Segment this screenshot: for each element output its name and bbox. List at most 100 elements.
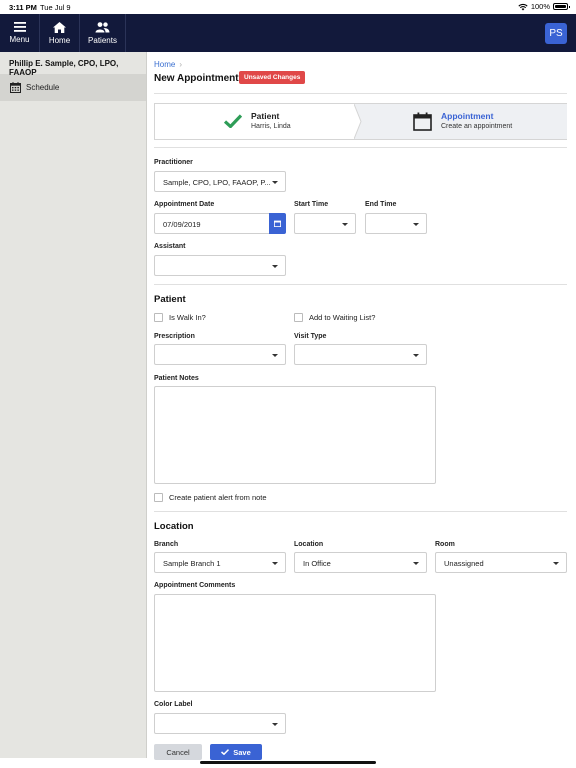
patient-alert-checkbox[interactable]: Create patient alert from note (154, 493, 267, 502)
chevron-down-icon (272, 354, 278, 357)
step-appointment-subtitle: Create an appointment (441, 123, 513, 130)
status-bar: 3:11 PM Tue Jul 9 100% (0, 0, 576, 14)
status-right: 100% (518, 2, 570, 11)
save-button[interactable]: Save (210, 744, 262, 760)
appointment-date-input[interactable]: 07/09/2019 (154, 213, 270, 234)
sidebar-item-schedule[interactable]: Schedule (0, 74, 146, 101)
visit-type-label: Visit Type (294, 333, 327, 340)
waiting-list-label: Add to Waiting List? (309, 313, 376, 322)
calendar-icon (413, 112, 432, 131)
stepper-divider (154, 147, 567, 148)
battery-icon (553, 3, 570, 10)
sidebar-item-label: Schedule (26, 83, 60, 92)
assistant-label: Assistant (154, 243, 186, 250)
practitioner-value: Sample, CPO, LPO, FAAOP, P... (163, 178, 271, 187)
waiting-list-checkbox[interactable]: Add to Waiting List? (294, 313, 375, 322)
wifi-icon (518, 3, 528, 10)
location-value: In Office (303, 559, 331, 568)
checkmark-icon (224, 114, 242, 128)
patient-notes-label: Patient Notes (154, 375, 199, 382)
step-indicator: Patient Harris, Linda Appointment Create… (154, 103, 567, 140)
appointment-date-value: 07/09/2019 (163, 220, 201, 229)
users-icon (95, 21, 110, 32)
calendar-icon (10, 82, 21, 93)
branch-value: Sample Branch 1 (163, 559, 221, 568)
prescription-select[interactable] (154, 344, 286, 365)
step-patient-subtitle: Harris, Linda (251, 123, 291, 130)
chevron-down-icon (413, 562, 419, 565)
chevron-down-icon (413, 223, 419, 226)
top-nav: Menu Home Patients PS (0, 14, 576, 52)
location-section-title: Location (154, 521, 194, 532)
practitioner-select[interactable]: Sample, CPO, LPO, FAAOP, P... (154, 171, 286, 192)
sidebar: Phillip E. Sample, CPO, LPO, FAAOP Sched… (0, 52, 147, 758)
appointment-comments-textarea[interactable] (154, 594, 436, 692)
breadcrumb: Home › (154, 60, 182, 69)
date-picker-button[interactable] (269, 213, 286, 234)
battery-percent: 100% (530, 2, 550, 11)
step-patient-title: Patient (251, 111, 280, 121)
breadcrumb-separator: › (179, 60, 183, 69)
home-button[interactable]: Home (40, 14, 80, 52)
step-arrow (354, 104, 364, 139)
patients-label: Patients (88, 35, 117, 45)
sidebar-user-name: Phillip E. Sample, CPO, LPO, FAAOP (9, 59, 119, 77)
color-label-select[interactable] (154, 713, 286, 734)
step-patient[interactable]: Patient Harris, Linda (155, 104, 361, 139)
step-patient-text: Patient Harris, Linda (251, 111, 291, 130)
location-label: Location (294, 541, 324, 548)
assistant-select[interactable] (154, 255, 286, 276)
chevron-down-icon (272, 181, 278, 184)
chevron-down-icon (272, 562, 278, 565)
appointment-comments-label: Appointment Comments (154, 582, 236, 589)
checkbox-box (294, 313, 303, 322)
branch-label: Branch (154, 541, 179, 548)
hamburger-icon (13, 22, 26, 32)
room-label: Room (435, 541, 455, 548)
patient-notes-textarea[interactable] (154, 386, 436, 484)
main-content: Home › New Appointment Unsaved Changes Pa… (147, 52, 576, 760)
status-date: Tue Jul 9 (40, 3, 71, 12)
visit-type-select[interactable] (294, 344, 427, 365)
room-select[interactable]: Unassigned (435, 552, 567, 573)
user-avatar[interactable]: PS (545, 23, 567, 44)
menu-label: Menu (9, 35, 30, 44)
end-time-select[interactable] (365, 213, 427, 234)
breadcrumb-home-link[interactable]: Home (154, 60, 175, 69)
end-time-label: End Time (365, 201, 397, 208)
header-divider (154, 93, 567, 94)
walk-in-checkbox[interactable]: Is Walk In? (154, 313, 206, 322)
checkmark-icon (221, 749, 230, 755)
patient-section-title: Patient (154, 294, 186, 305)
step-appointment-text: Appointment Create an appointment (441, 111, 512, 130)
prescription-label: Prescription (154, 333, 195, 340)
chevron-down-icon (272, 723, 278, 726)
chevron-down-icon (553, 562, 559, 565)
appointment-date-label: Appointment Date (154, 201, 215, 208)
step-appointment-title: Appointment (441, 111, 494, 121)
patients-button[interactable]: Patients (80, 14, 126, 52)
home-indicator (200, 761, 376, 764)
walk-in-label: Is Walk In? (169, 313, 206, 322)
checkbox-box (154, 493, 163, 502)
color-label-label: Color Label (154, 701, 193, 708)
unsaved-changes-badge: Unsaved Changes (239, 71, 306, 84)
save-label: Save (233, 747, 251, 757)
branch-select[interactable]: Sample Branch 1 (154, 552, 286, 573)
section-divider (154, 284, 567, 285)
chevron-down-icon (413, 354, 419, 357)
chevron-down-icon (272, 265, 278, 268)
calendar-icon (274, 220, 281, 227)
location-select[interactable]: In Office (294, 552, 427, 573)
section-divider (154, 511, 567, 512)
checkbox-box (154, 313, 163, 322)
room-value: Unassigned (444, 559, 484, 568)
start-time-select[interactable] (294, 213, 356, 234)
menu-button[interactable]: Menu (0, 14, 40, 52)
status-time: 3:11 PM (9, 3, 37, 12)
step-appointment[interactable]: Appointment Create an appointment (361, 104, 567, 139)
practitioner-label: Practitioner (154, 159, 193, 166)
start-time-label: Start Time (294, 201, 329, 208)
home-label: Home (48, 35, 71, 45)
cancel-button[interactable]: Cancel (154, 744, 202, 760)
